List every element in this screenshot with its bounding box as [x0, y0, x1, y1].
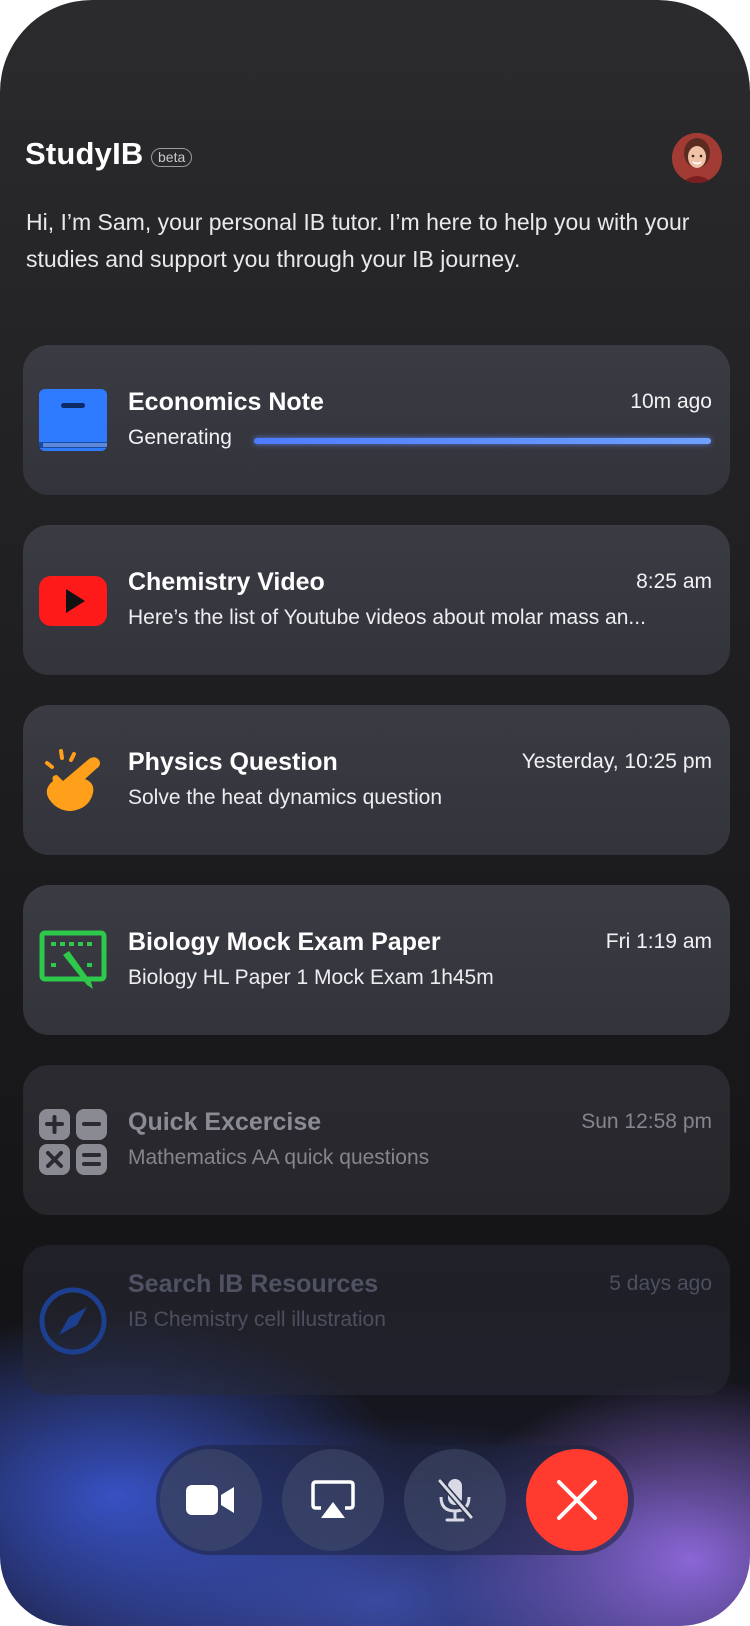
task-time: 8:25 am	[636, 570, 712, 593]
task-time: Yesterday, 10:25 pm	[521, 750, 712, 773]
video-camera-icon	[186, 1485, 234, 1515]
mute-button[interactable]	[404, 1449, 506, 1551]
tap-hand-icon	[39, 747, 107, 815]
task-time: Fri 1:19 am	[605, 930, 712, 953]
progress-fill	[254, 438, 711, 444]
mic-muted-icon	[437, 1479, 474, 1522]
avatar[interactable]	[672, 133, 722, 183]
task-subtitle: Here’s the list of Youtube videos about …	[128, 606, 646, 629]
task-subtitle: Mathematics AA quick questions	[128, 1146, 430, 1169]
header: StudyIB beta	[25, 128, 725, 188]
book-icon	[39, 387, 107, 455]
task-time: Sun 12:58 pm	[581, 1110, 712, 1133]
task-subtitle: Biology HL Paper 1 Mock Exam 1h45m	[128, 966, 494, 989]
calculator-icon	[39, 1107, 107, 1175]
app-title: StudyIB	[25, 136, 144, 171]
beta-badge: beta	[151, 148, 193, 167]
task-title: Biology Mock Exam Paper	[128, 928, 441, 956]
task-status: Generating	[128, 426, 232, 449]
progress-bar	[254, 438, 711, 444]
phone-screen: StudyIB beta Hi, I’m Sam, your personal …	[0, 0, 750, 1626]
avatar-image	[672, 133, 722, 183]
task-card-biology[interactable]: Biology Mock Exam Paper Fri 1:19 am Biol…	[23, 885, 730, 1035]
end-call-button[interactable]	[526, 1449, 628, 1551]
airplay-icon	[311, 1480, 355, 1518]
exam-board-icon	[39, 927, 107, 995]
task-title: Search IB Resources	[128, 1270, 379, 1298]
task-subtitle: Solve the heat dynamics question	[128, 786, 443, 809]
task-title: Physics Question	[128, 748, 338, 776]
task-card-search-resources[interactable]: Search IB Resources 5 days ago IB Chemis…	[23, 1245, 730, 1395]
task-title: Quick Excercise	[128, 1108, 322, 1136]
video-button[interactable]	[160, 1449, 262, 1551]
task-title: Economics Note	[128, 388, 324, 416]
task-time: 5 days ago	[609, 1272, 712, 1295]
intro-text: Hi, I’m Sam, your personal IB tutor. I’m…	[26, 209, 690, 272]
task-title: Chemistry Video	[128, 568, 325, 596]
task-card-economics[interactable]: Economics Note 10m ago Generating	[23, 345, 730, 495]
task-time: 10m ago	[630, 390, 712, 413]
task-subtitle: IB Chemistry cell illustration	[128, 1308, 386, 1331]
task-card-physics[interactable]: Physics Question Yesterday, 10:25 pm Sol…	[23, 705, 730, 855]
task-card-chemistry[interactable]: Chemistry Video 8:25 am Here’s the list …	[23, 525, 730, 675]
airplay-button[interactable]	[282, 1449, 384, 1551]
compass-icon	[39, 1287, 107, 1355]
call-controls	[156, 1445, 634, 1555]
task-card-quick-exercise[interactable]: Quick Excercise Sun 12:58 pm Mathematics…	[23, 1065, 730, 1215]
close-icon	[557, 1480, 597, 1520]
youtube-icon	[39, 567, 107, 635]
